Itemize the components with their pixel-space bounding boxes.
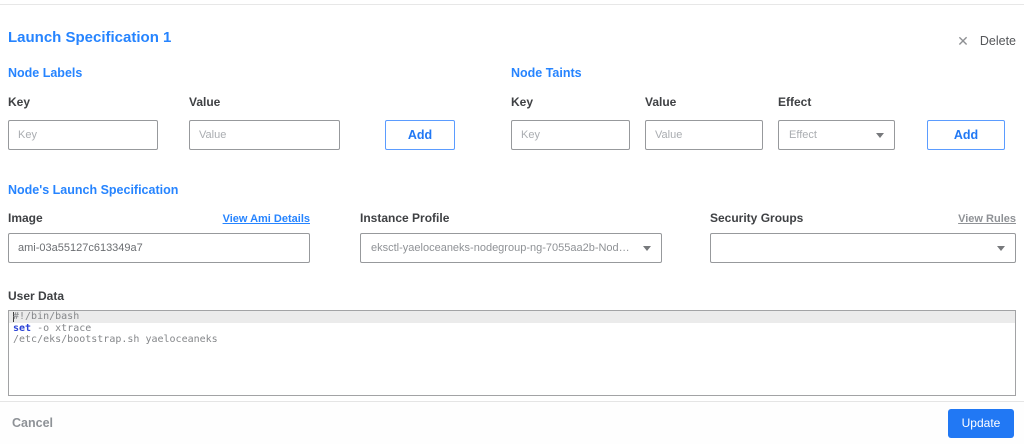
code-line-3: /etc/eks/bootstrap.sh yaeloceaneks <box>13 334 218 345</box>
code-line-2: set -o xtrace <box>13 322 92 334</box>
user-data-section: User Data #!/bin/bash set -o xtrace /etc… <box>8 289 1016 396</box>
delete-button-label: Delete <box>979 34 1016 48</box>
view-rules-link[interactable]: View Rules <box>958 213 1016 225</box>
chevron-down-icon <box>643 245 651 251</box>
top-divider <box>0 4 1024 5</box>
node-taints-key-input[interactable] <box>511 120 630 150</box>
node-taints-add-button[interactable]: Add <box>927 120 1005 150</box>
node-labels-value-label: Value <box>189 95 221 109</box>
user-data-code-editor[interactable]: #!/bin/bash set -o xtrace /etc/eks/boots… <box>8 310 1016 396</box>
footer: Cancel Update <box>0 401 1024 444</box>
node-taints-effect-group: Effect Effect <box>778 95 895 150</box>
instance-profile-select[interactable]: eksctl-yaeloceaneks-nodegroup-ng-7055aa2… <box>360 233 662 263</box>
node-taints-heading: Node Taints <box>511 66 582 80</box>
chevron-down-icon <box>876 132 884 138</box>
close-x-icon: ✕ <box>957 33 969 49</box>
labels-taints-row: Node Labels Key Value Add Node Taints <box>8 66 1016 150</box>
effect-select-placeholder: Effect <box>789 129 817 141</box>
node-taints-key-label: Key <box>511 95 534 109</box>
image-label: Image <box>8 211 43 225</box>
node-labels-key-group: Key <box>8 95 158 150</box>
code-line-1: #!/bin/bash <box>9 311 1015 323</box>
security-groups-label: Security Groups <box>710 211 804 225</box>
node-taints-section: Node Taints Key Value Effect Effect <box>511 66 1016 150</box>
node-taints-value-label: Value <box>645 95 677 109</box>
cancel-button[interactable]: Cancel <box>12 416 53 430</box>
delete-button[interactable]: ✕ Delete <box>957 34 1016 48</box>
node-labels-value-group: Value <box>189 95 340 150</box>
launch-spec-heading: Node's Launch Specification <box>8 183 179 197</box>
node-taints-value-group: Value <box>645 95 763 150</box>
node-taints-effect-label: Effect <box>778 95 812 109</box>
node-taints-value-input[interactable] <box>645 120 763 150</box>
code-keyword: set <box>13 322 32 334</box>
launch-specification-panel: Launch Specification 1 ✕ Delete Node Lab… <box>0 0 1024 444</box>
header: Launch Specification 1 ✕ Delete <box>8 26 1016 49</box>
security-groups-select[interactable] <box>710 233 1016 263</box>
view-ami-details-link[interactable]: View Ami Details <box>223 213 310 225</box>
page-title: Launch Specification 1 <box>8 28 172 46</box>
security-groups-group: Security Groups View Rules <box>710 211 1016 263</box>
node-taints-key-group: Key <box>511 95 630 150</box>
image-group: Image View Ami Details <box>8 211 310 263</box>
chevron-down-icon <box>997 245 1005 251</box>
instance-profile-label: Instance Profile <box>360 211 450 225</box>
instance-profile-group: Instance Profile eksctl-yaeloceaneks-nod… <box>360 211 662 263</box>
update-button[interactable]: Update <box>948 408 1014 438</box>
user-data-label: User Data <box>8 289 65 303</box>
node-taints-effect-select[interactable]: Effect <box>778 120 895 150</box>
node-labels-section: Node Labels Key Value Add <box>8 66 455 150</box>
node-labels-heading: Node Labels <box>8 66 83 80</box>
image-input[interactable] <box>8 233 310 263</box>
node-labels-key-input[interactable] <box>8 120 158 150</box>
launch-spec-section: Node's Launch Specification Image View A… <box>8 183 1016 263</box>
instance-profile-value: eksctl-yaeloceaneks-nodegroup-ng-7055aa2… <box>371 242 635 254</box>
node-labels-add-button[interactable]: Add <box>385 120 455 150</box>
node-labels-value-input[interactable] <box>189 120 340 150</box>
node-labels-key-label: Key <box>8 95 31 109</box>
